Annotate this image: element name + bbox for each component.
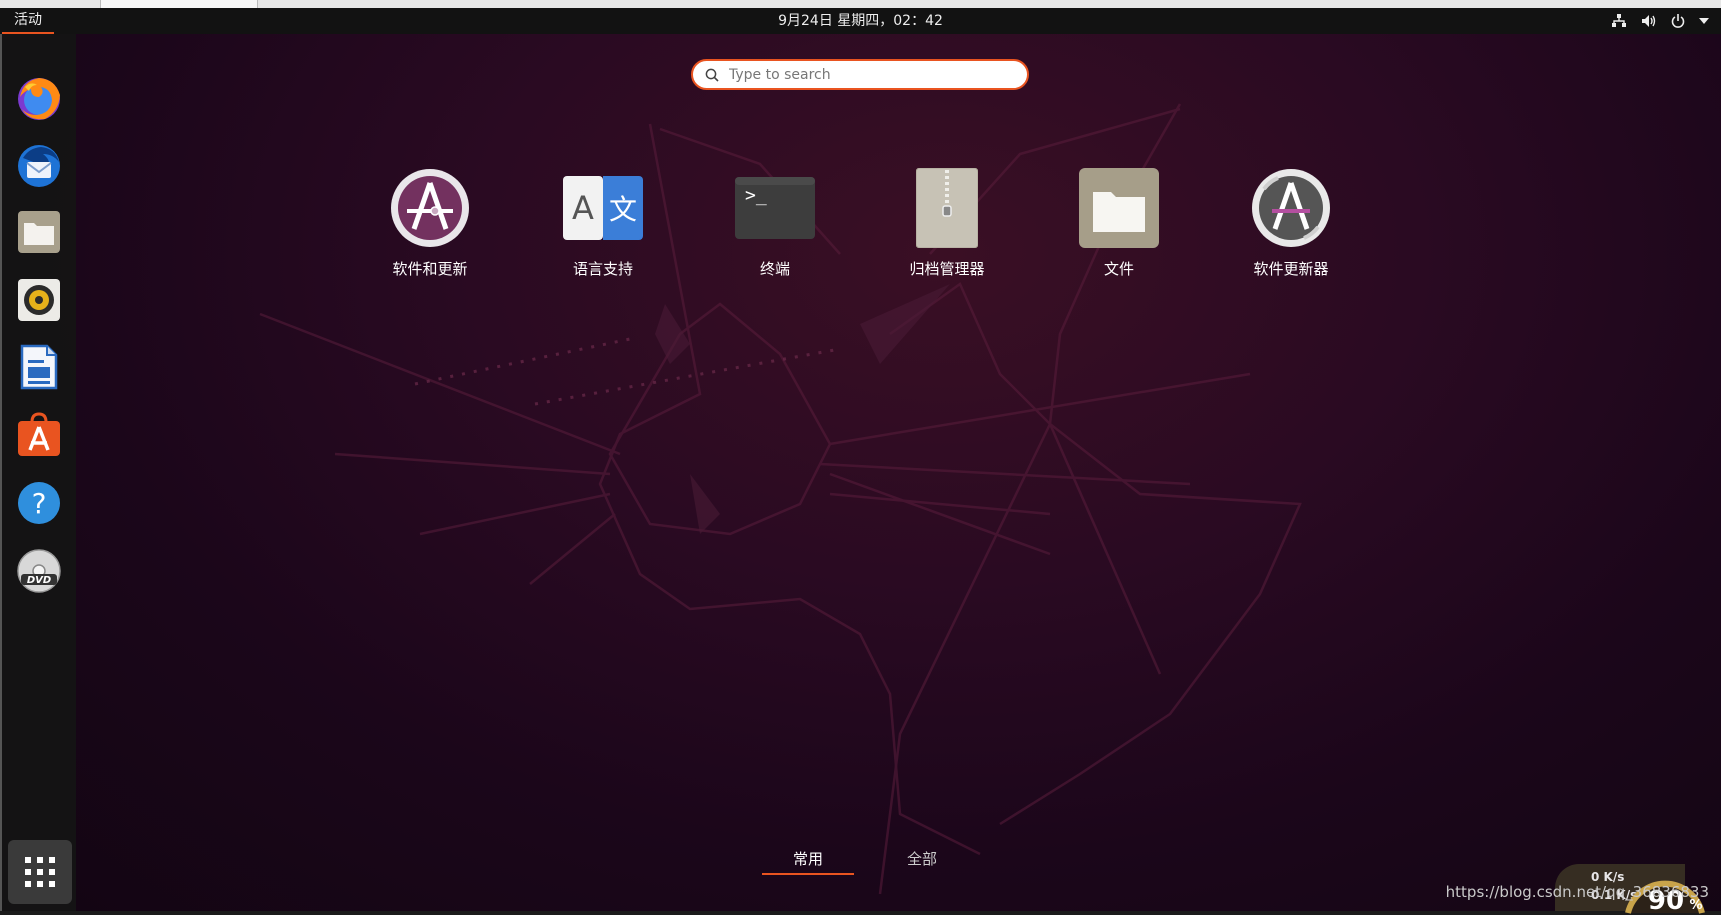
writer-icon bbox=[20, 344, 58, 390]
app-label: 软件更新器 bbox=[1253, 260, 1329, 278]
wallpaper-cat-art bbox=[259, 103, 1302, 895]
search-icon bbox=[705, 68, 719, 82]
volume-icon[interactable] bbox=[1641, 14, 1657, 28]
app-files[interactable]: 文件 bbox=[1044, 166, 1194, 286]
app-terminal[interactable]: >_ 终端 bbox=[700, 166, 850, 286]
dvd-icon: DVD bbox=[17, 549, 61, 593]
app-archive-manager[interactable]: 归档管理器 bbox=[872, 166, 1022, 286]
firefox-icon bbox=[18, 78, 60, 120]
search-input[interactable] bbox=[727, 65, 1001, 84]
software-properties-icon bbox=[391, 169, 469, 247]
search-box[interactable] bbox=[691, 59, 1029, 90]
folder-icon bbox=[1079, 168, 1159, 248]
clock[interactable]: 9月24日 星期四，02：42 bbox=[0, 8, 1721, 34]
app-icon-wrap bbox=[905, 166, 989, 250]
show-applications-button[interactable] bbox=[8, 840, 72, 904]
dock-item-software[interactable] bbox=[11, 407, 67, 463]
language-support-icon: A 文 bbox=[563, 176, 643, 240]
app-language-support[interactable]: A 文 语言支持 bbox=[528, 166, 678, 286]
power-icon[interactable] bbox=[1671, 14, 1685, 28]
software-updater-icon bbox=[1252, 169, 1330, 247]
menu-arrow-icon[interactable] bbox=[1699, 18, 1709, 24]
svg-text:文: 文 bbox=[609, 193, 637, 226]
app-label: 软件和更新 bbox=[392, 260, 468, 278]
svg-text:>_: >_ bbox=[745, 185, 767, 206]
app-label: 终端 bbox=[759, 260, 790, 278]
svg-text:DVD: DVD bbox=[27, 575, 51, 586]
software-center-icon bbox=[18, 412, 60, 456]
app-icon-wrap: >_ bbox=[733, 166, 817, 250]
archive-manager-icon bbox=[916, 168, 978, 248]
terminal-icon: >_ bbox=[735, 177, 815, 239]
app-label: 文件 bbox=[1103, 260, 1134, 278]
system-tray[interactable] bbox=[1611, 8, 1709, 34]
app-label: 语言支持 bbox=[572, 260, 633, 278]
help-icon: ? bbox=[18, 482, 60, 524]
app-icon-wrap bbox=[1077, 166, 1161, 250]
dock: ? DVD bbox=[0, 34, 76, 911]
app-icon-wrap bbox=[388, 166, 472, 250]
app-software-updater[interactable]: 软件更新器 bbox=[1216, 166, 1366, 286]
app-view-tabs: 常用 全部 bbox=[760, 848, 960, 878]
dock-item-files[interactable] bbox=[11, 204, 67, 260]
dock-item-rhythmbox[interactable] bbox=[11, 272, 67, 328]
activities-overview bbox=[0, 34, 1721, 911]
app-icon-wrap: A 文 bbox=[561, 166, 645, 250]
tab-frequent[interactable]: 常用 bbox=[762, 848, 854, 875]
svg-text:?: ? bbox=[32, 487, 47, 520]
app-label: 归档管理器 bbox=[909, 260, 985, 278]
app-icon-wrap bbox=[1249, 166, 1333, 250]
app-software-properties[interactable]: 软件和更新 bbox=[355, 166, 505, 286]
browser-tab-fragment bbox=[100, 0, 258, 8]
network-icon[interactable] bbox=[1611, 14, 1627, 28]
app-grid-icon bbox=[25, 857, 55, 887]
thunderbird-icon bbox=[18, 145, 60, 187]
dock-item-help[interactable]: ? bbox=[11, 475, 67, 531]
window-top-strip bbox=[0, 0, 1721, 8]
dock-item-thunderbird[interactable] bbox=[11, 138, 67, 194]
files-icon bbox=[18, 211, 60, 253]
watermark: https://blog.csdn.net/qq_36836833 bbox=[1445, 883, 1709, 901]
tab-all[interactable]: 全部 bbox=[892, 848, 952, 869]
dock-item-writer[interactable] bbox=[11, 339, 67, 395]
dock-item-firefox[interactable] bbox=[11, 71, 67, 127]
svg-text:A: A bbox=[572, 189, 594, 227]
memory-gauge-icon: 90 % bbox=[1625, 880, 1705, 915]
speaker-icon bbox=[18, 279, 60, 321]
top-bar: 活动 9月24日 星期四，02：42 bbox=[0, 8, 1721, 34]
dock-item-dvd[interactable]: DVD bbox=[11, 543, 67, 599]
